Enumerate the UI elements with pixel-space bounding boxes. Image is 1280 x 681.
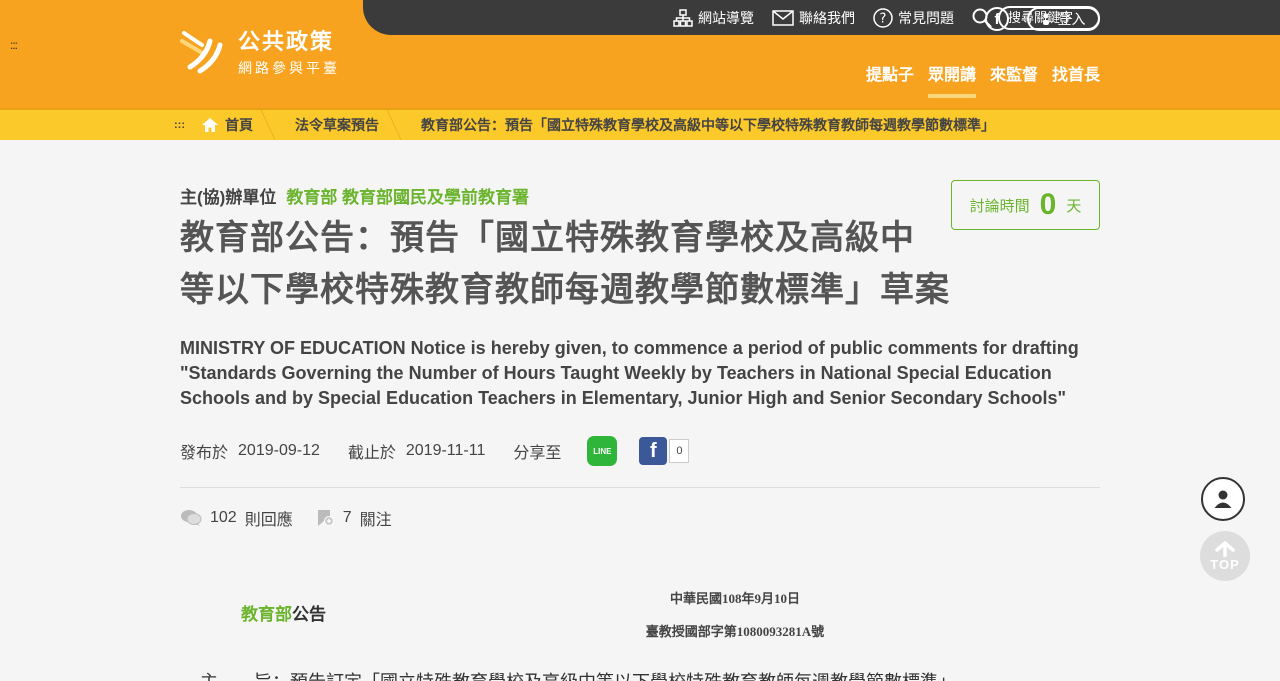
contact-link[interactable]: 聯絡我們 — [772, 8, 855, 28]
logo-title: 公共政策 — [238, 29, 335, 54]
nav-monitor[interactable]: 來監督 — [990, 61, 1038, 95]
nav-discussion[interactable]: 眾開講 — [927, 61, 976, 98]
arrow-up-icon — [1215, 540, 1235, 557]
breadcrumb-home-label: 首頁 — [225, 117, 253, 133]
user-menu-button[interactable] — [1201, 477, 1245, 521]
breadcrumb-menu[interactable]: ::: — [174, 110, 191, 140]
follow-count: 7 — [342, 509, 352, 526]
breadcrumb-home[interactable]: 首頁 — [191, 110, 275, 140]
breadcrumb-level2[interactable]: 法令草案預告 — [275, 110, 401, 140]
discussion-time-label: 討論時間 — [969, 197, 1030, 215]
line-share-icon[interactable]: LINE — [587, 436, 618, 466]
replies-label[interactable]: 則回應 — [245, 506, 293, 530]
utility-bar: 網站導覽 聯絡我們 ? 常見問題 — [363, 0, 1280, 35]
facebook-icon[interactable]: f — [985, 7, 1009, 31]
logo-subtitle: 網路參與平臺 — [238, 60, 340, 76]
sitemap-label: 網站導覽 — [698, 9, 754, 26]
deadline-date: 2019-11-11 — [405, 442, 486, 459]
nav-ideas[interactable]: 提點子 — [866, 61, 914, 95]
logo-mark-icon — [180, 31, 223, 74]
page-title-line2: 等以下學校特殊教育教師每週教學節數標準」草案 — [180, 271, 950, 309]
published-label: 發布於 — [180, 445, 229, 462]
user-icon — [1042, 13, 1049, 25]
follow-icon[interactable] — [315, 508, 335, 528]
host-unit: 主(協)辦單位 教育部 教育部國民及學前教育署 — [180, 183, 529, 208]
publish-meta: 發布於 2019-09-12 截止於 2019-11-11 分享至 LINE f… — [180, 436, 690, 466]
site-header: ::: 公共政策 網路參與平臺 網站導覽 聯絡我們 ? 常見問題 搜尋關鍵字 f… — [0, 0, 1280, 108]
site-logo[interactable]: 公共政策 網路參與平臺 — [180, 24, 340, 78]
divider — [180, 487, 1100, 488]
nav-officials[interactable]: 找首長 — [1052, 61, 1100, 95]
english-title: MINISTRY OF EDUCATION Notice is hereby g… — [180, 338, 1079, 408]
contact-label: 聯絡我們 — [799, 9, 855, 26]
follow-label[interactable]: 關注 — [360, 506, 392, 530]
discussion-time-badge: 討論時間 0 天 — [951, 180, 1100, 230]
discussion-days-count: 0 — [1039, 188, 1057, 221]
discussion-days-unit: 天 — [1066, 197, 1082, 215]
facebook-share-icon[interactable]: f — [639, 437, 668, 465]
sitemap-icon — [673, 8, 693, 27]
document-heading: 教育部公告 — [241, 600, 326, 625]
engagement-stats: 102 則回應 7 關注 — [180, 506, 392, 530]
main-nav: 提點子 眾開講 來監督 找首長 — [866, 61, 1100, 98]
svg-text:?: ? — [880, 11, 887, 26]
mail-icon — [772, 9, 794, 26]
share-label: 分享至 — [513, 445, 562, 462]
breadcrumb-current: 教育部公告：預告「國立特殊教育學校及高級中等以下學校特殊教育教師每週教學節數標準… — [421, 117, 995, 133]
published-date: 2019-09-12 — [238, 442, 320, 459]
sitemap-link[interactable]: 網站導覽 — [673, 8, 754, 28]
breadcrumb: ::: 首頁 法令草案預告 教育部公告：預告「國立特殊教育學校及高級中等以下學校… — [0, 108, 1280, 140]
question-icon: ? — [873, 7, 893, 28]
login-button[interactable]: 登入 — [1027, 7, 1100, 31]
deadline-label: 截止於 — [347, 445, 396, 462]
login-label: 登入 — [1057, 11, 1086, 27]
comments-icon — [181, 510, 202, 526]
document-number: 臺教授國部字第1080093281A號 — [645, 624, 825, 639]
host-unit-value[interactable]: 教育部 教育部國民及學前教育署 — [286, 188, 529, 207]
document-subject: 主 旨：預告訂定「國立特殊教育學校及高級中等以下學校特殊教育教師每週教學節數標準… — [200, 668, 965, 681]
page-title: 教育部公告：預告「國立特殊教育學校及高級中 等以下學校特殊教育教師每週教學節數標… — [180, 212, 980, 316]
menu-grid-icon[interactable]: ::: — [10, 38, 18, 52]
user-avatar-icon — [1214, 490, 1232, 508]
document-heading-notice: 公告 — [292, 605, 326, 624]
back-to-top-label: TOP — [1210, 556, 1240, 572]
document-date: 中華民國108年9月10日 — [669, 591, 800, 606]
document-heading-ministry: 教育部 — [241, 605, 292, 624]
replies-count: 102 — [210, 509, 237, 526]
faq-link[interactable]: ? 常見問題 — [873, 7, 954, 28]
host-unit-label: 主(協)辦單位 — [180, 188, 277, 207]
home-icon — [202, 118, 218, 132]
page-title-line1: 教育部公告：預告「國立特殊教育學校及高級中 — [180, 219, 915, 257]
facebook-share-count: 0 — [669, 439, 690, 463]
faq-label: 常見問題 — [898, 9, 954, 26]
back-to-top-button[interactable]: TOP — [1200, 531, 1250, 581]
